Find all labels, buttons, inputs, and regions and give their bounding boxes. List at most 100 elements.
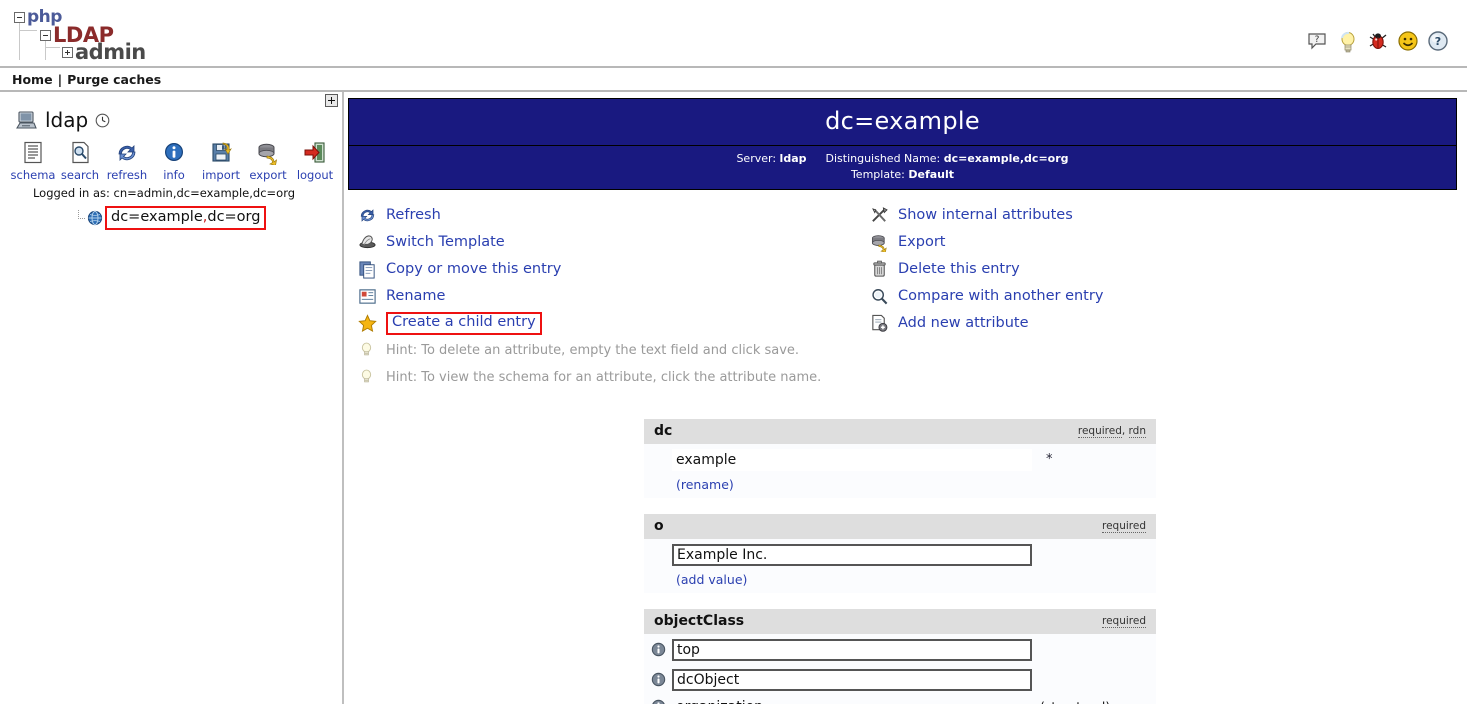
entry-dn-label: Distinguished Name: — [825, 152, 941, 165]
info-icon[interactable] — [644, 699, 672, 704]
sidebar-tool-info-label: info — [163, 168, 185, 182]
entry-actions-left-column: Refresh Switch Template Copy or move thi… — [358, 202, 870, 391]
top-bar: php LDAP admin ? ? — [0, 0, 1467, 68]
attribute-name-o[interactable]: o — [644, 514, 806, 539]
import-icon — [198, 141, 245, 166]
action-delete-entry[interactable]: Delete this entry — [870, 256, 1103, 283]
top-icon-bar: ? ? — [1307, 30, 1449, 54]
sidebar-tool-search[interactable]: search — [57, 141, 104, 182]
menu-purge-caches-link[interactable]: Purge caches — [67, 72, 161, 87]
action-export[interactable]: Export — [870, 229, 1103, 256]
action-export-label[interactable]: Export — [898, 234, 945, 250]
sidebar-tool-export[interactable]: export — [245, 141, 292, 182]
action-create-child-entry[interactable]: Create a child entry — [358, 310, 870, 337]
refresh-icon — [104, 141, 151, 166]
info-icon[interactable] — [644, 672, 672, 687]
logo-row-admin: admin — [62, 40, 146, 64]
rename-icon — [358, 287, 377, 306]
attribute-flags-o: required — [806, 514, 1156, 539]
action-copy-move[interactable]: Copy or move this entry — [358, 256, 870, 283]
attribute-body-o: (add value) — [644, 538, 1156, 593]
action-rename-label[interactable]: Rename — [386, 288, 445, 304]
attribute-name-objectclass[interactable]: objectClass — [644, 609, 968, 634]
entry-dn-value: dc=example,dc=org — [943, 152, 1069, 165]
logo-tick-2 — [45, 47, 60, 48]
tree-node-dn-label[interactable]: dc=example,dc=org — [105, 206, 267, 230]
svg-text:?: ? — [1435, 35, 1441, 48]
action-compare-entry[interactable]: Compare with another entry — [870, 283, 1103, 310]
attribute-flags-objectclass: required — [968, 609, 1156, 634]
sidebar-tool-import-label: import — [202, 168, 240, 182]
attribute-values-objectclass: organization (structural) — [644, 633, 1156, 704]
sidebar-server-name: ldap — [45, 108, 89, 132]
sidebar-server-row[interactable]: ldap — [0, 94, 342, 132]
action-rename[interactable]: Rename — [358, 283, 870, 310]
expand-sidebar-button[interactable] — [325, 94, 338, 107]
objectclass-value-input-1[interactable] — [672, 668, 1032, 691]
sidebar-tool-schema[interactable]: schema — [10, 141, 57, 182]
entry-actions: Refresh Switch Template Copy or move thi… — [348, 202, 1457, 391]
attribute-body-objectclass: organization (structural) — [644, 633, 1156, 704]
bug-icon[interactable] — [1367, 30, 1389, 54]
entry-title: dc=example — [349, 99, 1456, 146]
attribute-table-dc: dc required, rdn * (rename) — [644, 418, 1156, 498]
objectclass-value-input-0[interactable] — [672, 638, 1032, 661]
action-switch-template-label[interactable]: Switch Template — [386, 234, 505, 250]
hint-view-schema: Hint: To view the schema for an attribut… — [358, 364, 870, 391]
help-globe-icon[interactable]: ? — [1427, 30, 1449, 54]
sidebar-tool-logout-label: logout — [296, 168, 334, 182]
logged-in-as-text: Logged in as: cn=admin,dc=example,dc=org — [32, 186, 296, 200]
action-refresh[interactable]: Refresh — [358, 202, 870, 229]
attribute-header-objectclass: objectClass required — [644, 608, 1156, 634]
attribute-body-dc: * (rename) — [644, 443, 1156, 498]
sidebar-tool-import[interactable]: import — [198, 141, 245, 182]
action-show-internal-attributes-label[interactable]: Show internal attributes — [898, 207, 1073, 223]
entry-server-label: Server: — [736, 152, 777, 165]
clock-icon[interactable] — [95, 113, 110, 128]
dc-required-star: * — [1046, 452, 1053, 468]
sidebar-tool-info[interactable]: info — [151, 141, 198, 182]
action-delete-entry-label[interactable]: Delete this entry — [898, 261, 1020, 277]
attribute-name-dc[interactable]: dc — [644, 419, 799, 444]
o-value-input[interactable] — [672, 543, 1032, 566]
sidebar-tool-refresh-label: refresh — [106, 168, 148, 182]
attribute-value-row-o-0 — [644, 539, 1156, 569]
menu-bar: Home | Purge caches — [0, 68, 1467, 92]
action-add-new-attribute-label[interactable]: Add new attribute — [898, 315, 1029, 331]
dc-rename-link[interactable]: (rename) — [644, 474, 1156, 498]
tools-icon — [870, 206, 889, 225]
trash-icon — [870, 260, 889, 279]
svg-text:?: ? — [1315, 35, 1320, 45]
sidebar-tool-export-label: export — [249, 168, 287, 182]
attribute-table-o: o required (add value) — [644, 513, 1156, 593]
action-switch-template[interactable]: Switch Template — [358, 229, 870, 256]
sidebar-tool-refresh[interactable]: refresh — [104, 141, 151, 182]
entry-template-label: Template: — [850, 167, 905, 181]
action-show-internal-attributes[interactable]: Show internal attributes — [870, 202, 1103, 229]
o-add-value-link[interactable]: (add value) — [644, 569, 1156, 593]
entry-subheader: Server: ldap Distinguished Name: dc=exam… — [349, 146, 1456, 189]
entry-content-panel: dc=example Server: ldap Distinguished Na… — [344, 92, 1467, 704]
question-bubble-icon[interactable]: ? — [1307, 30, 1329, 54]
tree-node-base-dn[interactable]: dc=example,dc=org — [0, 206, 342, 230]
dc-value-input[interactable] — [672, 448, 1032, 471]
smiley-icon[interactable] — [1397, 30, 1419, 54]
lightbulb-icon[interactable] — [1337, 30, 1359, 54]
attribute-values-dc: * (rename) — [644, 443, 1156, 498]
action-compare-entry-label[interactable]: Compare with another entry — [898, 288, 1103, 304]
menu-home-link[interactable]: Home — [12, 72, 53, 87]
sidebar-tool-logout[interactable]: logout — [292, 141, 339, 182]
menu-separator: | — [57, 72, 63, 87]
entry-server-value: ldap — [779, 152, 807, 165]
attribute-header-dc: dc required, rdn — [644, 418, 1156, 444]
logo-tick-1 — [19, 30, 37, 31]
compare-icon — [870, 287, 889, 306]
export-icon — [870, 233, 889, 252]
action-add-new-attribute[interactable]: Add new attribute — [870, 310, 1103, 337]
info-icon[interactable] — [644, 642, 672, 657]
action-refresh-label[interactable]: Refresh — [386, 207, 441, 223]
action-copy-move-label[interactable]: Copy or move this entry — [386, 261, 561, 277]
sidebar-tool-row: schema search refresh info import export… — [0, 141, 342, 182]
action-create-child-entry-label[interactable]: Create a child entry — [386, 312, 542, 335]
globe-icon — [87, 210, 103, 226]
